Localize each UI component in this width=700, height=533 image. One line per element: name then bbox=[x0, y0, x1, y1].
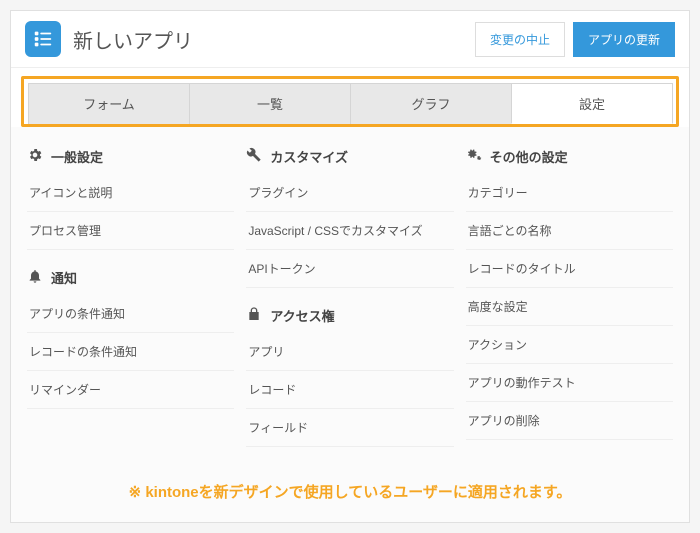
wrench-icon bbox=[246, 147, 264, 166]
page-title: 新しいアプリ bbox=[73, 25, 467, 54]
item-js-css[interactable]: JavaScript / CSSでカスタマイズ bbox=[246, 212, 453, 250]
section-customize-title: カスタマイズ bbox=[270, 147, 348, 166]
item-record-title[interactable]: レコードのタイトル bbox=[466, 250, 673, 288]
app-icon bbox=[25, 21, 61, 57]
section-notify-title: 通知 bbox=[51, 268, 77, 287]
tab-bar: フォーム 一覧 グラフ 設定 bbox=[21, 76, 679, 127]
item-category[interactable]: カテゴリー bbox=[466, 174, 673, 212]
section-access: アクセス権 アプリ レコード フィールド bbox=[246, 302, 453, 447]
section-other: その他の設定 カテゴリー 言語ごとの名称 レコードのタイトル 高度な設定 アクシ… bbox=[466, 143, 673, 440]
tab-form[interactable]: フォーム bbox=[28, 83, 190, 124]
column-3: その他の設定 カテゴリー 言語ごとの名称 レコードのタイトル 高度な設定 アクシ… bbox=[460, 143, 679, 461]
item-advanced[interactable]: 高度な設定 bbox=[466, 288, 673, 326]
item-process-management[interactable]: プロセス管理 bbox=[27, 212, 234, 250]
column-2: カスタマイズ プラグイン JavaScript / CSSでカスタマイズ API… bbox=[240, 143, 459, 461]
item-reminder[interactable]: リマインダー bbox=[27, 371, 234, 409]
header: 新しいアプリ 変更の中止 アプリの更新 bbox=[11, 11, 689, 68]
cancel-button[interactable]: 変更の中止 bbox=[475, 22, 565, 57]
item-app-condition-notify[interactable]: アプリの条件通知 bbox=[27, 295, 234, 333]
section-notify: 通知 アプリの条件通知 レコードの条件通知 リマインダー bbox=[27, 264, 234, 409]
tab-list[interactable]: 一覧 bbox=[189, 83, 351, 124]
item-app-test[interactable]: アプリの動作テスト bbox=[466, 364, 673, 402]
gear-icon bbox=[27, 147, 45, 166]
tab-settings[interactable]: 設定 bbox=[511, 83, 673, 124]
tab-graph[interactable]: グラフ bbox=[350, 83, 512, 124]
section-general-title: 一般設定 bbox=[51, 147, 103, 166]
item-action[interactable]: アクション bbox=[466, 326, 673, 364]
section-general: 一般設定 アイコンと説明 プロセス管理 bbox=[27, 143, 234, 250]
item-record-condition-notify[interactable]: レコードの条件通知 bbox=[27, 333, 234, 371]
item-app-delete[interactable]: アプリの削除 bbox=[466, 402, 673, 440]
section-general-header: 一般設定 bbox=[27, 143, 234, 174]
column-1: 一般設定 アイコンと説明 プロセス管理 通知 アプリの条件通知 レコードの条件通… bbox=[21, 143, 240, 461]
item-api-token[interactable]: APIトークン bbox=[246, 250, 453, 288]
section-access-header: アクセス権 bbox=[246, 302, 453, 333]
item-access-app[interactable]: アプリ bbox=[246, 333, 453, 371]
item-access-record[interactable]: レコード bbox=[246, 371, 453, 409]
section-customize-header: カスタマイズ bbox=[246, 143, 453, 174]
item-icon-description[interactable]: アイコンと説明 bbox=[27, 174, 234, 212]
item-language-names[interactable]: 言語ごとの名称 bbox=[466, 212, 673, 250]
item-access-field[interactable]: フィールド bbox=[246, 409, 453, 447]
section-other-header: その他の設定 bbox=[466, 143, 673, 174]
tabs-highlight-frame: フォーム 一覧 グラフ 設定 bbox=[11, 68, 689, 127]
lock-icon bbox=[246, 306, 264, 325]
footer-note: ※ kintoneを新デザインで使用しているユーザーに適用されます。 bbox=[11, 467, 689, 522]
item-plugin[interactable]: プラグイン bbox=[246, 174, 453, 212]
gears-icon bbox=[466, 147, 484, 166]
section-access-title: アクセス権 bbox=[270, 306, 334, 325]
section-notify-header: 通知 bbox=[27, 264, 234, 295]
app-window: 新しいアプリ 変更の中止 アプリの更新 フォーム 一覧 グラフ 設定 一般設定 … bbox=[10, 10, 690, 523]
bell-icon bbox=[27, 268, 45, 287]
settings-body: 一般設定 アイコンと説明 プロセス管理 通知 アプリの条件通知 レコードの条件通… bbox=[11, 127, 689, 467]
section-other-title: その他の設定 bbox=[490, 147, 568, 166]
update-button[interactable]: アプリの更新 bbox=[573, 22, 675, 57]
section-customize: カスタマイズ プラグイン JavaScript / CSSでカスタマイズ API… bbox=[246, 143, 453, 288]
